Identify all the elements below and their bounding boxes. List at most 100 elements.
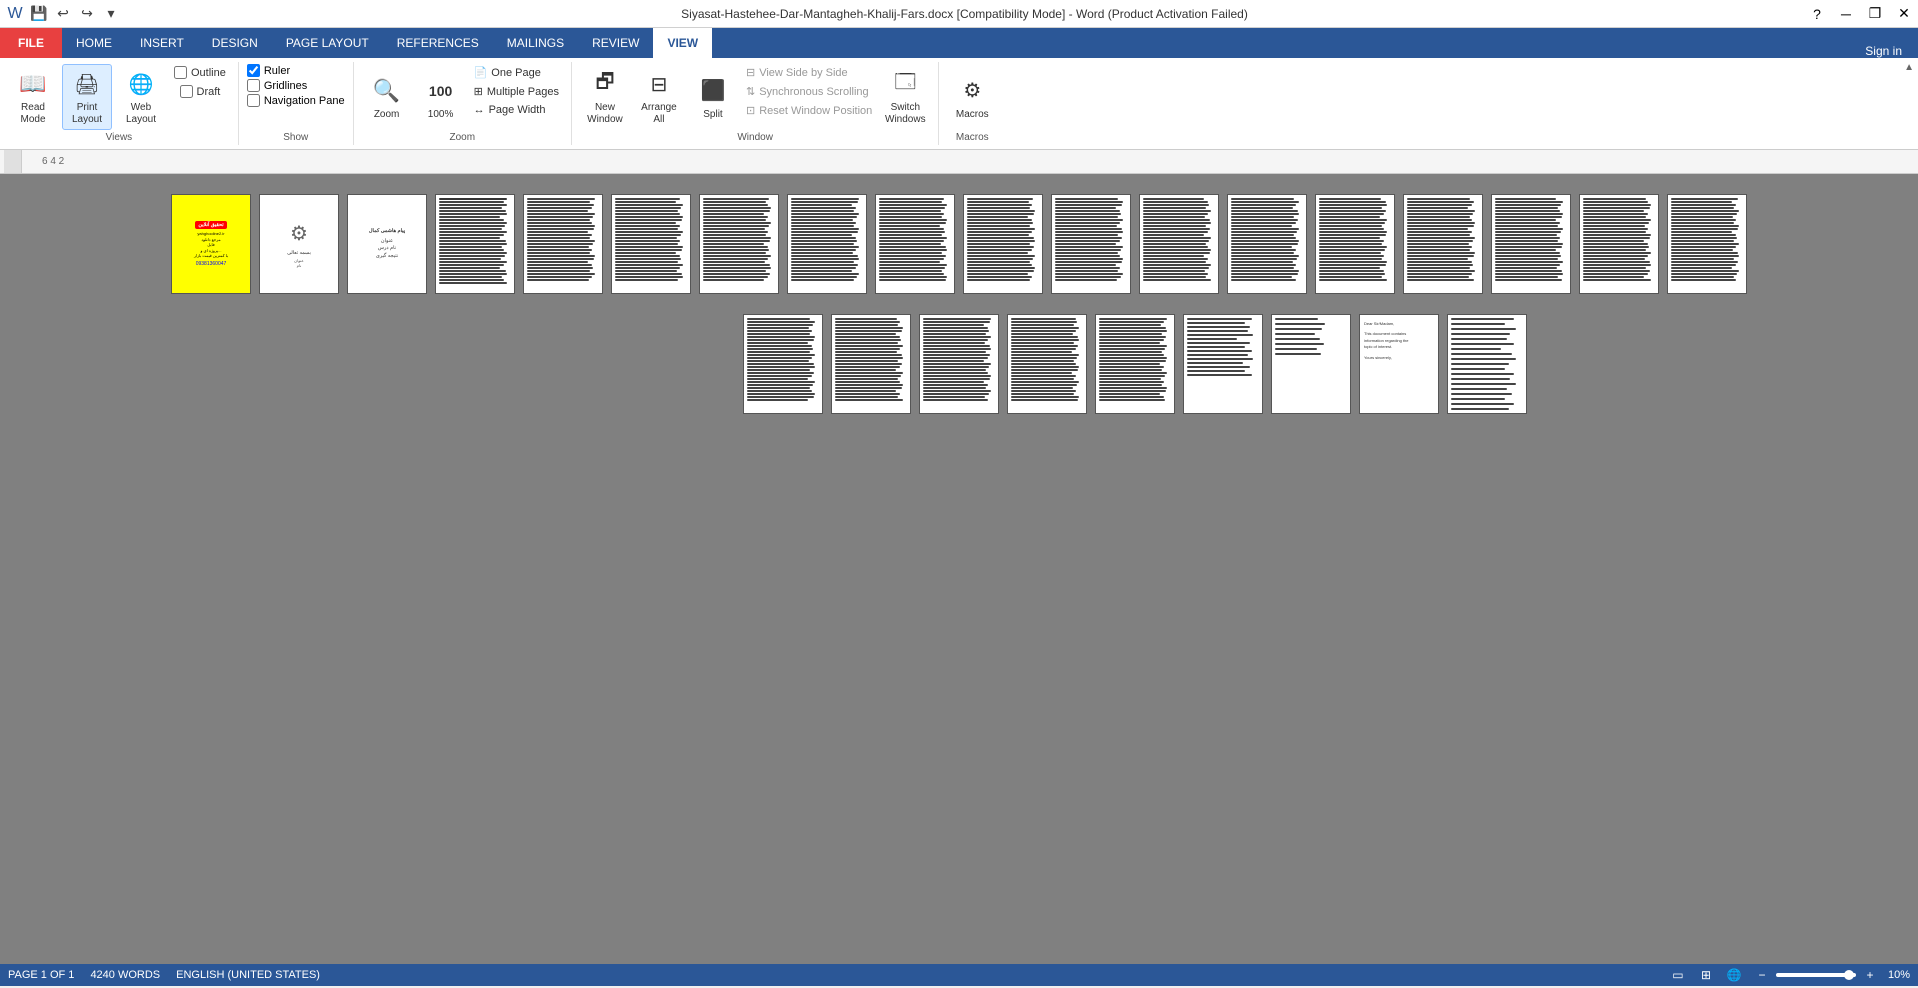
tab-page-layout[interactable]: PAGE LAYOUT (272, 28, 383, 58)
tab-mailings[interactable]: MAILINGS (493, 28, 578, 58)
page-thumb-6[interactable] (611, 194, 691, 294)
gridlines-item[interactable]: Gridlines (247, 79, 345, 92)
page-thumb-4[interactable] (435, 194, 515, 294)
reset-window-position-button[interactable]: ⊡ Reset Window Position (742, 102, 876, 119)
tab-insert[interactable]: INSERT (126, 28, 198, 58)
page-thumb-9[interactable] (875, 194, 955, 294)
ruler-corner (4, 150, 22, 173)
switch-windows-button[interactable]: 🗔 SwitchWindows (880, 64, 930, 130)
navigation-pane-checkbox[interactable] (247, 94, 260, 107)
tab-design[interactable]: DESIGN (198, 28, 272, 58)
split-button[interactable]: ⬛ Split (688, 64, 738, 130)
draft-button[interactable]: Draft (176, 83, 225, 100)
ruler-item[interactable]: Ruler (247, 64, 345, 77)
page-thumb-22[interactable] (1007, 314, 1087, 414)
page-info: PAGE 1 OF 1 (8, 969, 74, 981)
page-thumb-20[interactable] (831, 314, 911, 414)
read-mode-icon: 📖 (17, 68, 49, 100)
navigation-pane-item[interactable]: Navigation Pane (247, 94, 345, 107)
page-thumb-13[interactable] (1227, 194, 1307, 294)
page-thumb-17[interactable] (1579, 194, 1659, 294)
zoom-100-button[interactable]: 100 100% (416, 64, 466, 130)
zoom-100-icon: 100 (425, 75, 457, 107)
tab-view[interactable]: VIEW (653, 28, 712, 58)
tab-review[interactable]: REVIEW (578, 28, 653, 58)
page-thumb-8[interactable] (787, 194, 867, 294)
one-page-icon: 📄 (474, 66, 488, 79)
page-thumb-5[interactable] (523, 194, 603, 294)
one-page-button[interactable]: 📄 One Page (470, 64, 563, 81)
gridlines-checkbox[interactable] (247, 79, 260, 92)
window-controls: ? ─ ❐ ✕ (1803, 0, 1918, 28)
multiple-pages-button[interactable]: ⊞ Multiple Pages (470, 83, 563, 100)
help-button[interactable]: ? (1803, 0, 1831, 28)
ribbon-tabs: FILE HOME INSERT DESIGN PAGE LAYOUT REFE… (0, 28, 1918, 58)
customize-qat-button[interactable]: ▾ (100, 3, 122, 25)
zoom-out-button[interactable]: − (1752, 966, 1772, 984)
save-button[interactable]: 💾 (28, 3, 50, 25)
show-checkboxes: Ruler Gridlines Navigation Pane (247, 64, 345, 107)
page-thumb-25[interactable] (1271, 314, 1351, 414)
page-thumb-10[interactable] (963, 194, 1043, 294)
arrange-all-button[interactable]: ⊟ ArrangeAll (634, 64, 684, 130)
page-thumb-16[interactable] (1491, 194, 1571, 294)
views-label: Views (106, 130, 133, 143)
outline-checkbox[interactable] (174, 66, 187, 79)
page-thumb-19[interactable] (743, 314, 823, 414)
full-screen-status-button[interactable]: ⊞ (1696, 966, 1716, 984)
macros-button[interactable]: ⚙ Macros (947, 64, 997, 130)
page-thumb-2[interactable]: ⚙ بسمه تعالی عنواننام (259, 194, 339, 294)
restore-button[interactable]: ❐ (1861, 0, 1889, 28)
page-width-button[interactable]: ↔ Page Width (470, 102, 563, 118)
ruler-checkbox[interactable] (247, 64, 260, 77)
page-thumb-15[interactable] (1403, 194, 1483, 294)
page-thumb-1[interactable]: تحقیق آنلاین yahghooline2.irمرجع دانلودف… (171, 194, 251, 294)
page-thumb-18[interactable] (1667, 194, 1747, 294)
redo-button[interactable]: ↪ (76, 3, 98, 25)
page-thumb-24[interactable] (1183, 314, 1263, 414)
zoom-in-button[interactable]: + (1860, 966, 1880, 984)
undo-button[interactable]: ↩ (52, 3, 74, 25)
document-area[interactable]: تحقیق آنلاین yahghooline2.irمرجع دانلودف… (0, 174, 1918, 964)
outline-label: Outline (191, 67, 226, 79)
outline-button[interactable]: Outline (170, 64, 230, 81)
page-thumb-21[interactable] (919, 314, 999, 414)
page-thumb-12[interactable] (1139, 194, 1219, 294)
synchronous-scrolling-button[interactable]: ⇅ Synchronous Scrolling (742, 83, 876, 100)
show-label: Show (283, 130, 308, 143)
page-thumb-3[interactable]: پیام هاشمی کمال عنوان نام درس نتیجه گیری (347, 194, 427, 294)
page-thumb-23[interactable] (1095, 314, 1175, 414)
new-window-button[interactable]: 🗗 NewWindow (580, 64, 630, 130)
zoom-slider[interactable] (1776, 973, 1856, 977)
ruler-label: Ruler (264, 65, 290, 77)
page-thumb-7[interactable] (699, 194, 779, 294)
arrange-all-icon: ⊟ (643, 68, 675, 100)
synchronous-scrolling-icon: ⇅ (746, 85, 755, 98)
ruler-values: 6 4 2 (42, 156, 64, 167)
web-layout-status-button[interactable]: 🌐 (1724, 966, 1744, 984)
page-thumb-11[interactable] (1051, 194, 1131, 294)
print-layout-button[interactable]: 🖨 PrintLayout (62, 64, 112, 130)
view-side-by-side-button[interactable]: ⊟ View Side by Side (742, 64, 876, 81)
web-layout-button[interactable]: 🌐 Web Layout (116, 64, 166, 130)
tab-file[interactable]: FILE (0, 28, 62, 58)
draft-checkbox[interactable] (180, 85, 193, 98)
close-button[interactable]: ✕ (1890, 0, 1918, 28)
tab-references[interactable]: REFERENCES (383, 28, 493, 58)
print-layout-status-button[interactable]: ▭ (1668, 966, 1688, 984)
zoom-button[interactable]: 🔍 Zoom (362, 64, 412, 130)
status-bar: PAGE 1 OF 1 4240 WORDS ENGLISH (UNITED S… (0, 964, 1918, 986)
page-thumb-14[interactable] (1315, 194, 1395, 294)
signin-button[interactable]: Sign in (1849, 44, 1918, 58)
read-mode-button[interactable]: 📖 Read Mode (8, 64, 58, 130)
window-title: Siyasat-Hastehee-Dar-Mantagheh-Khalij-Fa… (126, 7, 1803, 21)
tab-home[interactable]: HOME (62, 28, 126, 58)
page-thumb-27[interactable] (1447, 314, 1527, 414)
page-row-2: Dear Sir/Madam, This document contains i… (743, 314, 1527, 414)
ribbon-collapse-button[interactable]: ▲ (1904, 62, 1914, 73)
zoom-slider-thumb[interactable] (1844, 970, 1854, 980)
zoom-label: Zoom (374, 109, 400, 120)
page-thumb-26[interactable]: Dear Sir/Madam, This document contains i… (1359, 314, 1439, 414)
language: ENGLISH (UNITED STATES) (176, 969, 320, 981)
minimize-button[interactable]: ─ (1832, 0, 1860, 28)
